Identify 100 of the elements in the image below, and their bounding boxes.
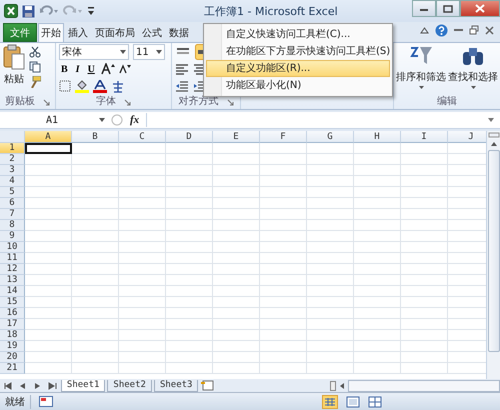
ribbon-tab[interactable]: 数据 (166, 23, 192, 42)
launcher-icon[interactable] (43, 98, 50, 106)
grow-font-icon[interactable] (100, 63, 115, 75)
maximize-button[interactable] (436, 0, 460, 17)
column-header[interactable]: I (401, 131, 448, 143)
launcher-icon[interactable] (226, 98, 234, 106)
caret-icon (120, 50, 126, 54)
ribbon-tab[interactable]: 公式 (139, 23, 165, 42)
menu-item[interactable]: 自定义快速访问工具栏(C)... (206, 26, 390, 43)
row-header[interactable]: 15 (0, 297, 25, 308)
split-handle-icon[interactable] (488, 132, 500, 138)
caret-icon (99, 118, 105, 122)
minimize-icon[interactable] (454, 28, 463, 32)
sheet-tab[interactable]: Sheet3 (154, 380, 198, 392)
help-icon[interactable] (435, 24, 448, 36)
row-header[interactable]: 17 (0, 319, 25, 330)
font-color-icon[interactable] (93, 80, 107, 92)
column-header[interactable]: A (25, 131, 72, 143)
font-size-field[interactable]: 11 (133, 44, 165, 60)
row-header[interactable]: 7 (0, 209, 25, 220)
row-header[interactable]: 2 (0, 154, 25, 165)
column-header[interactable]: H (354, 131, 401, 143)
insert-sheet-icon[interactable] (200, 380, 216, 391)
column-header[interactable]: J (448, 131, 486, 143)
close-button[interactable] (460, 0, 500, 17)
close-icon[interactable] (485, 26, 494, 34)
column-header[interactable]: D (166, 131, 213, 143)
sheet-navigation-icon[interactable] (3, 380, 59, 390)
launcher-icon[interactable] (124, 98, 131, 106)
row-header[interactable]: 12 (0, 264, 25, 275)
customize-toolbar-icon[interactable] (87, 6, 95, 16)
scroll-up-icon[interactable] (488, 140, 498, 148)
insert-function-button[interactable]: fx (127, 114, 142, 126)
row-header[interactable]: 19 (0, 341, 25, 352)
menu-item[interactable]: 自定义功能区(R)... (206, 60, 390, 77)
align-left-icon[interactable] (175, 63, 189, 75)
row-header[interactable]: 13 (0, 275, 25, 286)
row-header[interactable]: 20 (0, 352, 25, 363)
column-header[interactable]: E (213, 131, 260, 143)
shrink-font-icon[interactable] (118, 64, 131, 74)
horizontal-scrollbar[interactable] (348, 380, 500, 392)
format-painter-icon[interactable] (29, 76, 41, 88)
decrease-indent-icon[interactable] (175, 80, 189, 92)
menu-item[interactable]: 功能区最小化(N) (206, 77, 390, 94)
file-tab[interactable]: 文件 (3, 23, 37, 42)
paste-button[interactable]: 粘贴 (3, 44, 25, 86)
close-icon (475, 4, 485, 13)
scissors-icon[interactable] (29, 46, 41, 58)
font-style-button[interactable]: B (59, 64, 70, 74)
row-header[interactable]: 3 (0, 165, 25, 176)
page-break-icon[interactable] (368, 396, 382, 408)
row-header[interactable]: 5 (0, 187, 25, 198)
normal-view-icon[interactable] (322, 394, 338, 408)
border-icon[interactable] (59, 80, 71, 92)
excel-logo-icon[interactable] (4, 4, 18, 18)
column-header[interactable]: C (119, 131, 166, 143)
row-header[interactable]: 4 (0, 176, 25, 187)
row-header[interactable]: 18 (0, 330, 25, 341)
window-title: 工作簿1 - Microsoft Excel (204, 4, 339, 18)
column-header[interactable]: B (72, 131, 119, 143)
macro-record-icon[interactable] (39, 396, 53, 407)
restore-icon[interactable] (469, 25, 479, 35)
name-box[interactable]: A1 (3, 113, 107, 127)
select-all-corner[interactable] (0, 131, 25, 143)
row-header[interactable]: 21 (0, 363, 25, 374)
caret-icon (418, 86, 424, 89)
font-style-button[interactable]: U (86, 64, 97, 74)
row-header[interactable]: 10 (0, 242, 25, 253)
table-cell[interactable] (25, 143, 72, 154)
font-style-button[interactable]: I (74, 64, 82, 74)
page-layout-icon[interactable] (346, 396, 360, 408)
row-header[interactable]: 1 (0, 143, 25, 154)
row-header[interactable]: 16 (0, 308, 25, 319)
row-header[interactable]: 6 (0, 198, 25, 209)
fill-color-icon[interactable] (75, 80, 89, 92)
caret-icon (470, 86, 476, 89)
column-header[interactable]: F (260, 131, 307, 143)
phonetic-icon[interactable] (111, 80, 125, 92)
row-header[interactable]: 9 (0, 231, 25, 242)
find-select-button[interactable]: 查找和选择 (448, 44, 498, 89)
copy-icon[interactable] (29, 61, 41, 73)
caret-icon[interactable] (420, 26, 429, 34)
sort-filter-button[interactable]: 排序和筛选 (396, 44, 446, 89)
column-header[interactable]: G (307, 131, 354, 143)
menu-item[interactable]: 在功能区下方显示快速访问工具栏(S) (206, 43, 390, 60)
clipboard-icon (3, 44, 25, 70)
save-icon[interactable] (22, 4, 35, 18)
split-handle-icon[interactable] (330, 380, 336, 390)
caret-icon (156, 50, 162, 54)
row-header[interactable]: 11 (0, 253, 25, 264)
font-name-field[interactable]: 宋体 (59, 44, 129, 60)
row-header[interactable]: 8 (0, 220, 25, 231)
scrollbar-thumb[interactable] (488, 150, 500, 352)
ribbon-tab[interactable]: 插入 (65, 23, 91, 42)
minimize-button[interactable] (412, 0, 436, 17)
ribbon-tab[interactable]: 页面布局 (92, 23, 138, 42)
row-header[interactable]: 14 (0, 286, 25, 297)
sheet-tab[interactable]: Sheet1 (60, 380, 106, 392)
ribbon-tab[interactable]: 开始 (38, 23, 64, 42)
sheet-tab[interactable]: Sheet2 (107, 380, 152, 392)
